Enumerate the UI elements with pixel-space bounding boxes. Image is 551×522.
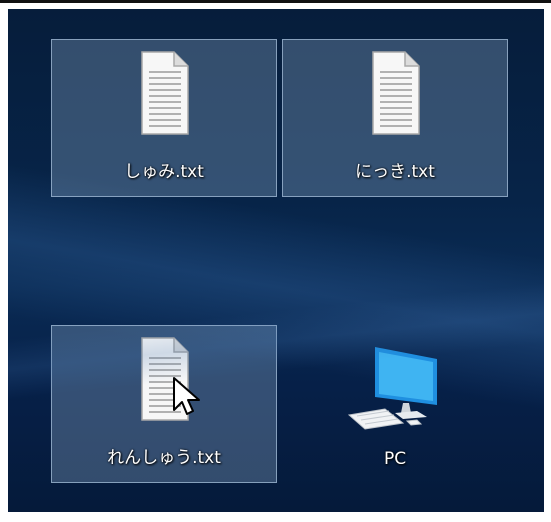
- desktop-icon-nikki-txt[interactable]: にっき.txt: [282, 39, 508, 197]
- desktop-area[interactable]: しゅみ.txt にっき.txt れんしゅう.txt PC: [8, 9, 544, 512]
- text-file-icon: [141, 51, 189, 135]
- window-top-border: [0, 0, 551, 3]
- desktop-icon-label: にっき.txt: [355, 162, 435, 182]
- screenshot-frame: しゅみ.txt にっき.txt れんしゅう.txt PC: [0, 0, 551, 522]
- text-file-icon: [372, 51, 420, 135]
- computer-icon: [347, 347, 437, 430]
- desktop-icon-shumi-txt[interactable]: しゅみ.txt: [51, 39, 277, 197]
- desktop-icon-label: PC: [383, 449, 407, 469]
- desktop-icon-label: れんしゅう.txt: [107, 448, 221, 468]
- desktop-icon-renshu-txt[interactable]: れんしゅう.txt: [51, 325, 277, 483]
- mouse-pointer-icon: [173, 377, 200, 415]
- desktop-icon-pc[interactable]: PC: [282, 325, 508, 483]
- desktop-icon-label: しゅみ.txt: [124, 162, 204, 182]
